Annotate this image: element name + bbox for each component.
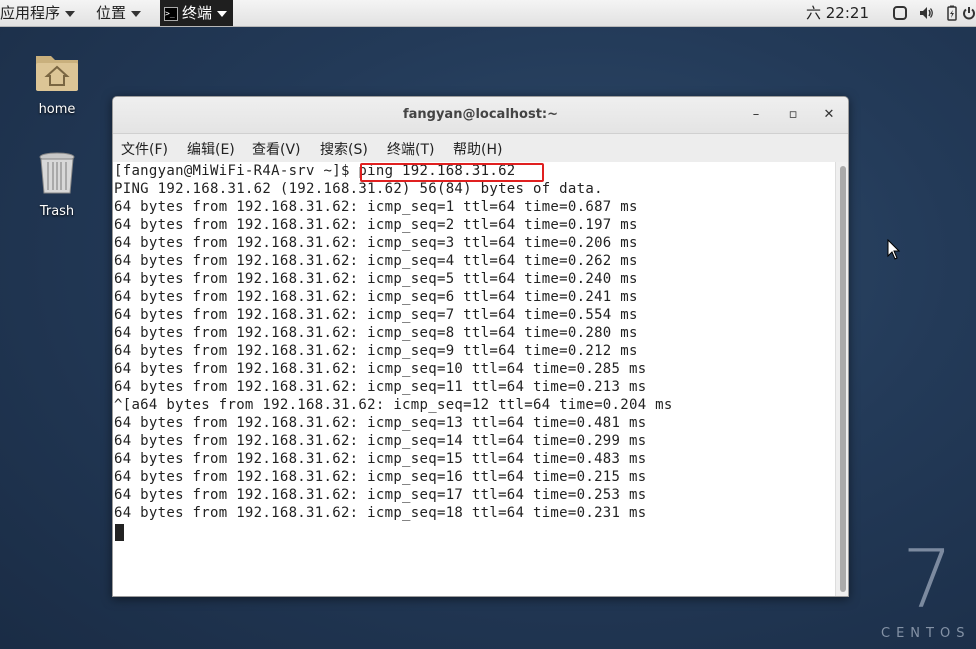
battery-icon[interactable] <box>944 5 960 21</box>
terminal-output[interactable]: 64 bytes from 192.168.31.62: icmp_seq=18… <box>113 162 835 596</box>
applications-menu[interactable]: 应用程序 <box>0 0 76 26</box>
home-folder-icon <box>36 56 78 91</box>
places-label: 位置 <box>96 4 127 22</box>
terminal-task-button[interactable]: >_ 终端 <box>160 0 234 26</box>
terminal-line: 64 bytes from 192.168.31.62: icmp_seq=5 … <box>114 271 638 287</box>
top-panel: 应用程序 位置 >_ 终端 六 22:21 <box>0 0 976 27</box>
desktop-icon-trash[interactable]: Trash <box>17 150 97 219</box>
places-menu[interactable]: 位置 <box>96 0 142 26</box>
menu-terminal[interactable]: 终端(T) <box>387 139 434 159</box>
terminal-line: 64 bytes from 192.168.31.62: icmp_seq=11… <box>114 379 647 395</box>
close-button[interactable]: ✕ <box>819 105 839 125</box>
trash-icon <box>39 152 75 194</box>
terminal-scrollbar[interactable] <box>835 162 848 596</box>
desktop-icon-label: home <box>38 102 76 117</box>
terminal-line: PING 192.168.31.62 (192.168.31.62) 56(84… <box>114 181 603 197</box>
chevron-down-icon <box>65 10 76 17</box>
centos-logo-word: CENTOS <box>881 626 971 641</box>
applications-label: 应用程序 <box>0 4 61 22</box>
clock[interactable]: 六 22:21 <box>806 0 869 26</box>
desktop-icon-label: Trash <box>39 204 75 219</box>
terminal-task-label: 终端 <box>182 4 213 22</box>
window-title: fangyan@localhost:~ <box>402 107 559 122</box>
terminal-line: ^[a64 bytes from 192.168.31.62: icmp_seq… <box>114 397 673 413</box>
terminal-line: 64 bytes from 192.168.31.62: icmp_seq=10… <box>114 361 647 377</box>
mouse-pointer-icon <box>887 239 901 260</box>
terminal-line: 64 bytes from 192.168.31.62: icmp_seq=16… <box>114 469 647 485</box>
power-icon[interactable] <box>962 5 976 21</box>
maximize-button[interactable]: ▫ <box>783 105 803 125</box>
terminal-line: 64 bytes from 192.168.31.62: icmp_seq=2 … <box>114 217 638 233</box>
command-highlight-box <box>360 163 544 182</box>
chevron-down-icon <box>131 10 142 17</box>
terminal-line: 64 bytes from 192.168.31.62: icmp_seq=6 … <box>114 289 638 305</box>
terminal-line: 64 bytes from 192.168.31.62: icmp_seq=1 … <box>114 199 638 215</box>
terminal-line: 64 bytes from 192.168.31.62: icmp_seq=13… <box>114 415 647 431</box>
terminal-line: 64 bytes from 192.168.31.62: icmp_seq=8 … <box>114 325 638 341</box>
terminal-line: 64 bytes from 192.168.31.62: icmp_seq=15… <box>114 451 647 467</box>
desktop-icon-home[interactable]: home <box>17 50 97 117</box>
terminal-line: 64 bytes from 192.168.31.62: icmp_seq=17… <box>114 487 647 503</box>
menu-edit[interactable]: 编辑(E) <box>187 139 235 159</box>
minimize-button[interactable]: – <box>746 105 766 125</box>
terminal-cursor <box>115 524 124 541</box>
terminal-line: 64 bytes from 192.168.31.62: icmp_seq=3 … <box>114 235 638 251</box>
terminal-line: 64 bytes from 192.168.31.62: icmp_seq=14… <box>114 433 647 449</box>
terminal-window: fangyan@localhost:~ – ▫ ✕ 文件(F) 编辑(E) 查看… <box>112 96 849 597</box>
chevron-down-icon <box>217 10 228 17</box>
terminal-line: 64 bytes from 192.168.31.62: icmp_seq=4 … <box>114 253 638 269</box>
menu-view[interactable]: 查看(V) <box>252 139 301 159</box>
menu-help[interactable]: 帮助(H) <box>453 139 502 159</box>
terminal-icon: >_ <box>164 6 178 21</box>
screen-icon[interactable] <box>892 5 908 21</box>
window-titlebar[interactable]: fangyan@localhost:~ – ▫ ✕ <box>113 97 848 134</box>
menu-file[interactable]: 文件(F) <box>121 139 168 159</box>
menu-search[interactable]: 搜索(S) <box>320 139 368 159</box>
scrollbar-thumb[interactable] <box>840 166 846 592</box>
centos-logo-number: 7 <box>902 533 953 626</box>
menubar: 文件(F) 编辑(E) 查看(V) 搜索(S) 终端(T) 帮助(H) <box>113 134 848 162</box>
terminal-line: 64 bytes from 192.168.31.62: icmp_seq=9 … <box>114 343 638 359</box>
volume-icon[interactable] <box>918 5 934 21</box>
terminal-line: 64 bytes from 192.168.31.62: icmp_seq=18… <box>114 505 647 521</box>
terminal-line: 64 bytes from 192.168.31.62: icmp_seq=7 … <box>114 307 638 323</box>
